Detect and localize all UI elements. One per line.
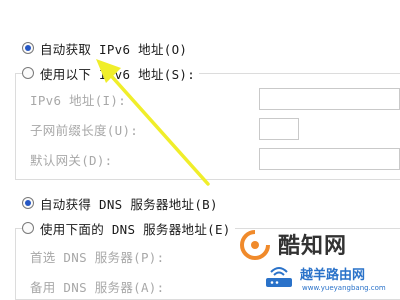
ipv6-auto-radio[interactable]: 自动获取 IPv6 地址(O) xyxy=(22,39,187,57)
dns-auto-radio[interactable]: 自动获得 DNS 服务器地址(B) xyxy=(22,194,218,212)
ipv6-auto-label: 自动获取 IPv6 地址(O) xyxy=(40,41,188,57)
ipv6-prefix-label: 子网前缀长度(U): xyxy=(30,122,139,138)
dns-manual-label: 使用下面的 DNS 服务器地址(E) xyxy=(40,221,231,237)
watermark-brand-secondary: 越羊路由网 xyxy=(300,268,366,283)
ipv6-gateway-label: 默认网关(D): xyxy=(30,152,113,168)
watermark-url: www.yueyangbang.com xyxy=(302,284,386,292)
radio-selected-icon xyxy=(22,42,34,54)
dns-auto-label: 自动获得 DNS 服务器地址(B) xyxy=(40,196,218,212)
dns-manual-radio[interactable]: 使用下面的 DNS 服务器地址(E) xyxy=(22,219,235,237)
radio-selected-icon xyxy=(22,197,34,209)
dns-alternate-label: 备用 DNS 服务器(A): xyxy=(30,279,165,295)
ipv6-address-field[interactable] xyxy=(259,88,400,110)
radio-unselected-icon xyxy=(22,67,34,79)
ipv6-prefix-field[interactable] xyxy=(259,118,299,140)
ipv6-address-label: IPv6 地址(I): xyxy=(30,92,127,108)
ipv6-manual-radio[interactable]: 使用以下 IPv6 地址(S): xyxy=(22,64,200,82)
ipv6-gateway-field[interactable] xyxy=(259,148,400,170)
router-icon xyxy=(266,267,292,287)
watermark-brand: 酷知网 xyxy=(278,234,348,259)
ipv6-manual-label: 使用以下 IPv6 地址(S): xyxy=(40,66,196,82)
watermark-logo-icon xyxy=(240,230,270,260)
radio-unselected-icon xyxy=(22,222,34,234)
dns-preferred-label: 首选 DNS 服务器(P): xyxy=(30,249,165,265)
